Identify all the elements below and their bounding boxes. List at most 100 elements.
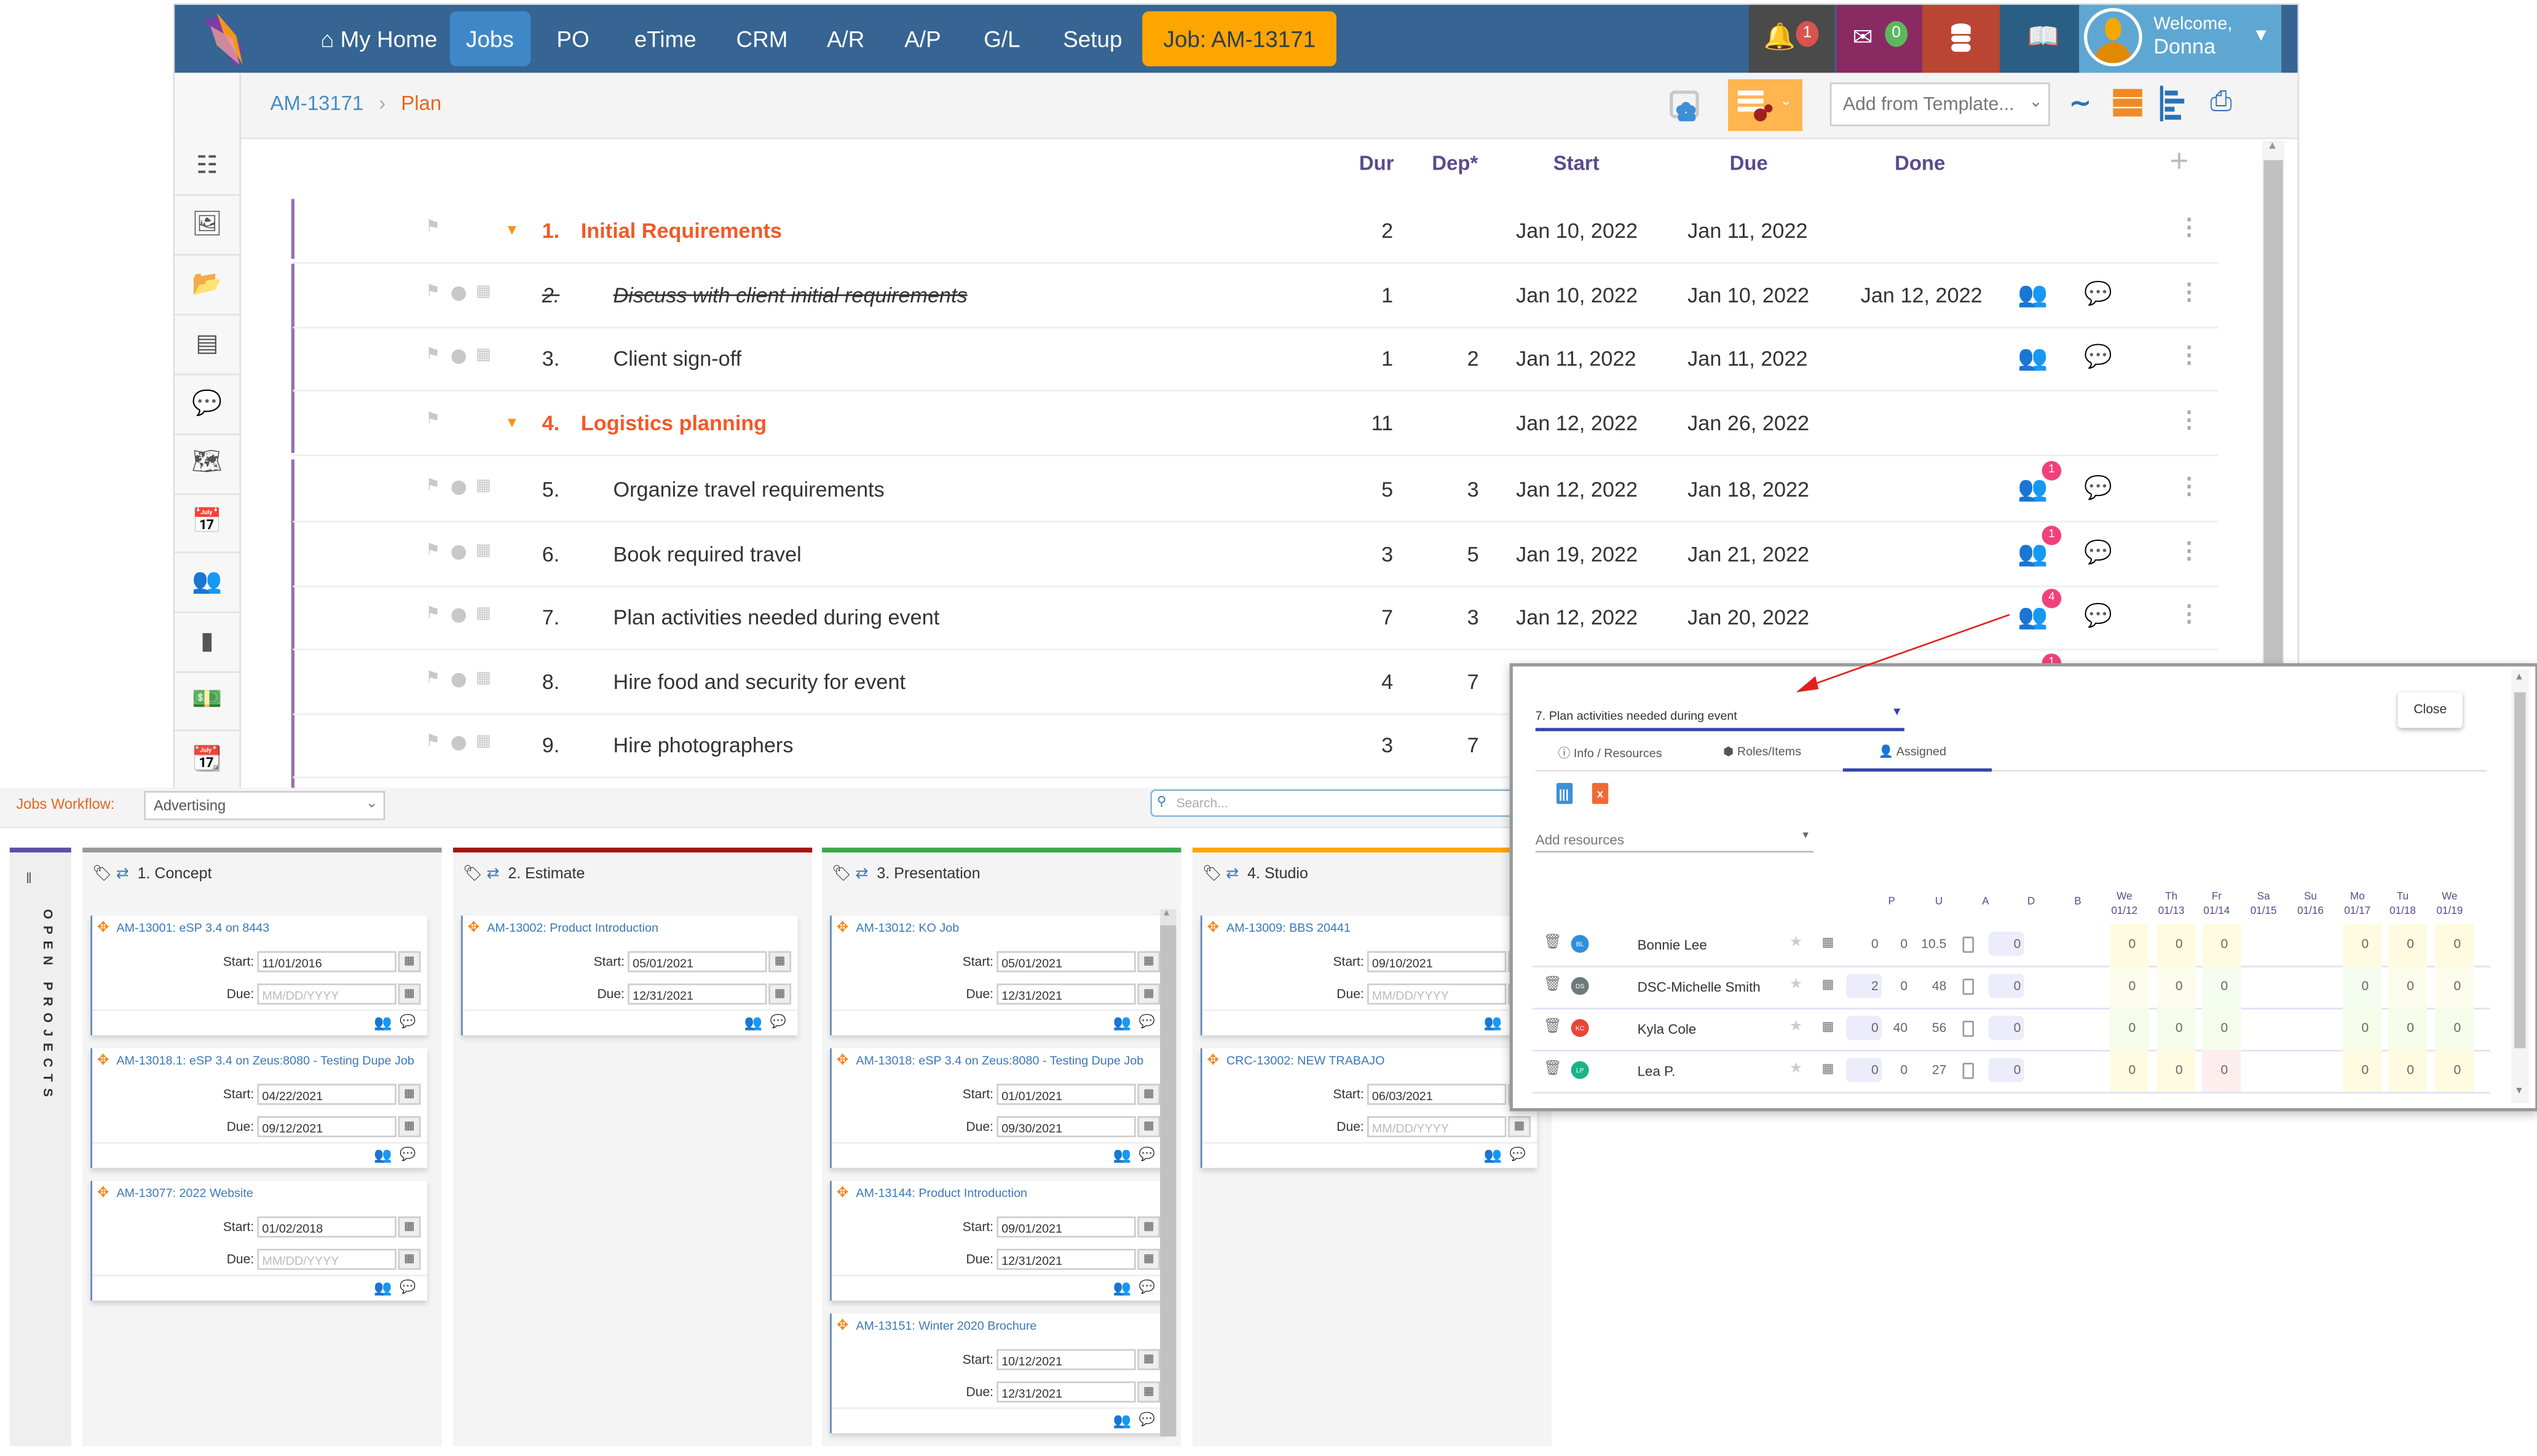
- start-date-input[interactable]: 01/02/2018: [257, 1216, 397, 1238]
- team-icon[interactable]: 👥: [1113, 1412, 1132, 1430]
- flag-icon[interactable]: ⚑: [425, 346, 440, 364]
- drag-move-icon[interactable]: ✥: [97, 1184, 109, 1202]
- day-hours-value[interactable]: 0: [2394, 937, 2414, 951]
- job-card-title[interactable]: CRC-13002: NEW TRABAJO: [1226, 1053, 1384, 1068]
- day-hours-value[interactable]: 0: [2442, 978, 2461, 993]
- star-icon[interactable]: ★: [1789, 934, 1802, 951]
- calendar-icon[interactable]: ▦: [1508, 1116, 1531, 1138]
- comments-icon[interactable]: 💬: [2084, 343, 2112, 371]
- team-icon[interactable]: 👥: [1113, 1147, 1132, 1165]
- team-icon[interactable]: 👥: [1484, 1014, 1502, 1032]
- day-hours-value[interactable]: 0: [2117, 978, 2136, 993]
- status-dot-icon[interactable]: [451, 545, 467, 560]
- done-checkbox[interactable]: [1962, 1020, 1975, 1037]
- job-card-title[interactable]: AM-13018.1: eSP 3.4 on Zeus:8080 - Testi…: [117, 1053, 414, 1068]
- map-icon[interactable]: ▦: [476, 605, 491, 623]
- tag-icon[interactable]: 🏷: [463, 865, 483, 883]
- job-card-title[interactable]: AM-13144: Product Introduction: [856, 1186, 1027, 1200]
- day-hours-value[interactable]: 0: [2209, 937, 2228, 951]
- day-hours-value[interactable]: 0: [2394, 978, 2414, 993]
- comments-icon[interactable]: 💬: [2084, 602, 2112, 629]
- task-name[interactable]: Organize travel requirements: [614, 477, 885, 501]
- day-hours-value[interactable]: 0: [2209, 978, 2228, 993]
- team-icon[interactable]: 👥: [374, 1014, 392, 1032]
- day-hours-value[interactable]: 0: [2117, 1021, 2136, 1036]
- more-options-icon[interactable]: ⋮: [2178, 406, 2201, 434]
- tab-roles-items[interactable]: ⬢ Roles/Items: [1723, 744, 1801, 759]
- due-date-input[interactable]: 09/30/2021: [996, 1116, 1136, 1138]
- job-card-title[interactable]: AM-13001: eSP 3.4 on 8443: [117, 921, 270, 935]
- status-dot-icon[interactable]: [451, 349, 467, 364]
- flag-icon[interactable]: ⚑: [425, 477, 440, 495]
- task-start-date[interactable]: Jan 11, 2022: [1516, 346, 1636, 370]
- map-icon[interactable]: ▦: [476, 733, 491, 750]
- calendar-add-icon[interactable]: [1556, 782, 1573, 805]
- nav-jobs[interactable]: Jobs: [449, 11, 531, 66]
- job-card[interactable]: ✥ AM-13018.1: eSP 3.4 on Zeus:8080 - Test…: [90, 1048, 427, 1168]
- task-start-date[interactable]: Jan 19, 2022: [1516, 542, 1638, 566]
- done-checkbox[interactable]: [1962, 978, 1975, 995]
- task-dependency[interactable]: 7: [1414, 670, 1479, 694]
- task-row[interactable]: ⚑ ▦ 3. Client sign-off 1 2 Jan 11, 2022 Jan 11,…: [293, 327, 2219, 392]
- column-header-duration[interactable]: Dur: [1359, 152, 1394, 175]
- day-hours-value[interactable]: 0: [2350, 978, 2369, 993]
- trash-icon[interactable]: 🗑: [1544, 975, 1562, 993]
- task-dependency[interactable]: 2: [1414, 346, 1479, 370]
- task-duration[interactable]: 1: [1328, 283, 1393, 307]
- start-date-input[interactable]: 09/10/2021: [1367, 951, 1507, 972]
- drag-move-icon[interactable]: ✥: [837, 1316, 849, 1334]
- calendar-icon[interactable]: ▦: [398, 1116, 421, 1138]
- start-date-input[interactable]: 09/01/2021: [996, 1216, 1136, 1238]
- done-checkbox[interactable]: [1962, 1063, 1975, 1079]
- job-card[interactable]: ✥ AM-13002: Product Introduction Start: 05/…: [461, 915, 798, 1036]
- app-logo[interactable]: [194, 10, 253, 68]
- trash-icon[interactable]: 🗑: [1544, 1060, 1562, 1077]
- p-value[interactable]: 0: [1849, 937, 1879, 951]
- flag-icon[interactable]: ⚑: [425, 605, 440, 623]
- start-date-input[interactable]: 05/01/2021: [996, 951, 1136, 972]
- status-dot-icon[interactable]: [451, 480, 467, 495]
- due-date-input[interactable]: 12/31/2021: [996, 983, 1136, 1005]
- task-duration[interactable]: 2: [1328, 218, 1393, 242]
- resources-icon[interactable]: 👥: [2018, 474, 2048, 503]
- task-start-date[interactable]: Jan 10, 2022: [1516, 218, 1638, 242]
- add-from-template-select[interactable]: Add from Template... ⌄: [1829, 82, 2050, 127]
- print-icon[interactable]: ⎙: [2210, 85, 2232, 118]
- task-start-date[interactable]: Jan 10, 2022: [1516, 283, 1638, 307]
- collapse-caret-icon[interactable]: ▼: [505, 222, 519, 238]
- flag-icon[interactable]: ⚑: [425, 733, 440, 750]
- task-name[interactable]: Plan activities needed during event: [614, 605, 940, 629]
- dialog-scrollbar[interactable]: ▲ ▼: [2511, 669, 2529, 1104]
- task-name[interactable]: Hire food and security for event: [614, 670, 906, 694]
- tag-icon[interactable]: 🏷: [1202, 865, 1222, 883]
- job-card[interactable]: ✥ AM-13012: KO Job Start: 05/01/2021 ▦ Due: 12…: [830, 915, 1167, 1036]
- task-row[interactable]: ⚑ ▦ 5. Organize travel requirements 5 3 Jan 12…: [293, 458, 2219, 523]
- resources-icon[interactable]: 👥: [2018, 280, 2048, 309]
- due-date-input[interactable]: 12/31/2021: [996, 1381, 1136, 1403]
- due-date-input[interactable]: 12/31/2021: [628, 983, 767, 1005]
- user-menu[interactable]: Welcome, Donna ▼: [2079, 4, 2282, 73]
- b-value[interactable]: 0: [1989, 978, 2021, 993]
- team-icon[interactable]: 👥: [1484, 1147, 1502, 1165]
- comments-icon[interactable]: 💬: [2084, 474, 2112, 502]
- column-scrollbar[interactable]: ▲: [1160, 909, 1177, 1437]
- more-options-icon[interactable]: ⋮: [2178, 341, 2201, 369]
- calendar-grid-icon[interactable]: 📆: [187, 741, 226, 779]
- flag-icon[interactable]: ⚑: [425, 542, 440, 560]
- tag-icon[interactable]: 🏷: [832, 865, 851, 883]
- server-list-icon[interactable]: [2113, 89, 2142, 118]
- rss-feed-icon[interactable]: ∼: [2069, 87, 2091, 120]
- team-icon[interactable]: 👥: [374, 1280, 392, 1297]
- day-hours-value[interactable]: 0: [2350, 1063, 2369, 1077]
- due-date-input[interactable]: 12/31/2021: [996, 1248, 1136, 1270]
- task-dependency[interactable]: 3: [1414, 477, 1479, 501]
- column-header-dependency[interactable]: Dep*: [1432, 152, 1478, 175]
- comments-icon[interactable]: 💬: [1510, 1147, 1526, 1162]
- task-due-date[interactable]: Jan 26, 2022: [1687, 411, 1809, 435]
- drag-move-icon[interactable]: ✥: [468, 919, 480, 937]
- job-card[interactable]: ✥ AM-13151: Winter 2020 Brochure Start: 10/…: [830, 1313, 1167, 1433]
- trash-icon[interactable]: 🗑: [1544, 934, 1562, 951]
- calendar-icon[interactable]: ▦: [1137, 1381, 1161, 1403]
- task-due-date[interactable]: Jan 18, 2022: [1687, 477, 1809, 501]
- task-dependency[interactable]: 5: [1414, 542, 1479, 566]
